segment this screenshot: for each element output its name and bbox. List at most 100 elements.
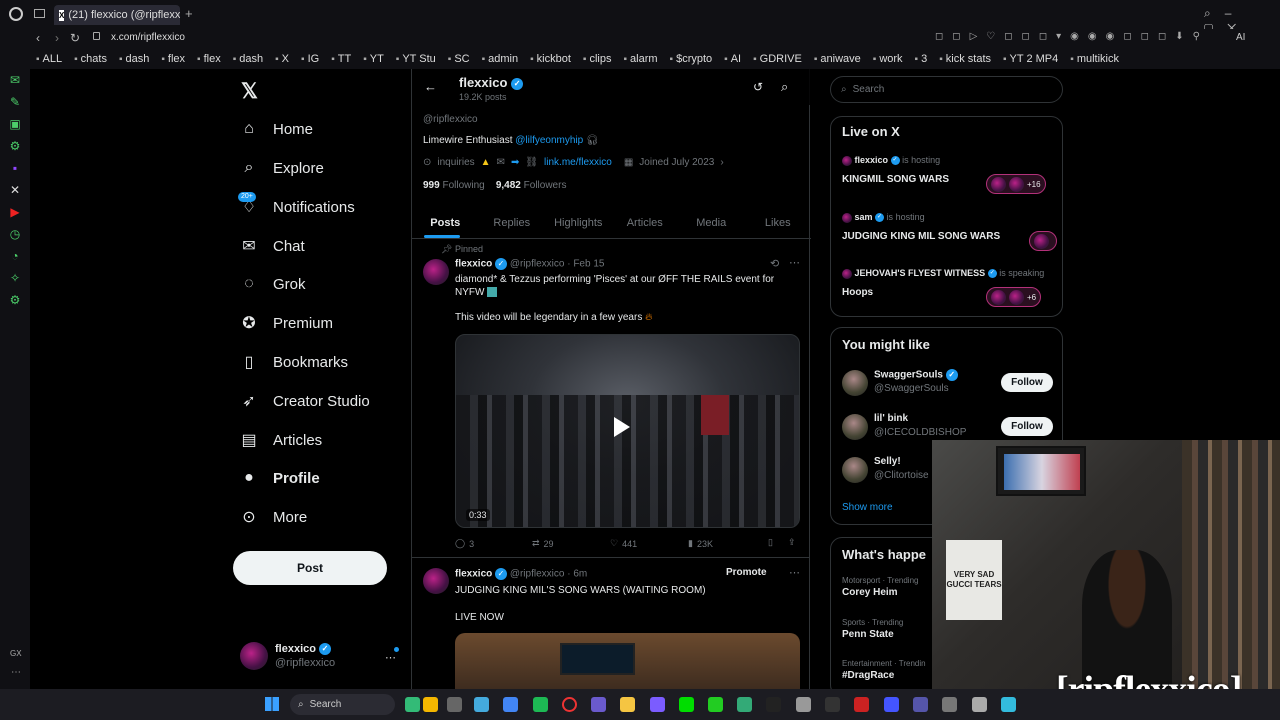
bookmark-item[interactable]: ▪ aniwave [808,53,867,65]
bookmark-item[interactable]: ▪ dash [227,53,269,65]
bookmark-item[interactable]: ▪ kickbot [524,53,577,65]
back-arrow-icon[interactable]: ← [424,79,437,94]
new-tab-icon[interactable]: + [185,6,193,21]
app-icon[interactable] [913,697,928,712]
post-avatar[interactable] [423,259,449,285]
live-item[interactable]: JEHOVAH'S FLYEST WITNESS ✓ is speaking H… [831,268,1062,318]
post-author-name[interactable]: flexxico [455,259,492,270]
url-input[interactable]: x.com/ripflexxico [111,32,185,43]
bookmark-item[interactable]: ▪ GDRIVE [747,53,808,65]
chevron-right-icon[interactable]: › [720,157,723,168]
forward-icon[interactable]: › [55,31,59,45]
nav-item-notifications[interactable]: ♢ Notifications [240,198,355,217]
bookmark-item[interactable]: ▪ kick stats [933,53,997,65]
like-action[interactable]: ♡ 441 [610,538,637,549]
bookmark-post-icon[interactable]: ▯ [768,537,773,548]
opera-gx-taskbar-icon[interactable] [562,697,577,712]
share-icon[interactable]: ⇪ [788,537,796,548]
nav-item-explore[interactable]: ⌕ Explore [240,159,324,177]
video-player[interactable]: 0:33 [455,334,800,528]
extension-icons[interactable]: ◻◻▷♡◻◻◻▾◉◉◉◻◻◻⬇⚲ [935,31,1209,42]
app-icon[interactable] [942,697,957,712]
post-avatar[interactable] [423,568,449,594]
reply-action[interactable]: ◯ 3 [455,538,474,549]
follow-button[interactable]: Follow [1001,417,1053,436]
reload-icon[interactable]: ↻ [70,31,80,45]
app-icon[interactable] [884,697,899,712]
opera-gx-icon[interactable] [9,7,23,21]
bookmark-item[interactable]: ▪ 3 [909,53,934,65]
gx-edit-icon[interactable]: ✎ [0,91,30,113]
profile-link[interactable]: link.me/flexxico [544,157,612,168]
nav-item-chat[interactable]: ✉ Chat [240,237,304,256]
repost-action[interactable]: ⇄ 29 [532,538,554,549]
grok-profile-icon[interactable]: ↺ [753,80,763,94]
profile-search-icon[interactable]: ⌕ [781,79,788,95]
account-avatar[interactable] [240,642,268,670]
history-icon[interactable]: ◷ [0,223,30,245]
windows-start-icon[interactable] [265,697,279,711]
bookmark-item[interactable]: ▪ SC [442,53,476,65]
bookmark-item[interactable]: ▪ IG [295,53,325,65]
followers-count[interactable]: 9,482 [496,180,521,191]
pinned-post[interactable]: 📌︎ Pinned flexxico ✓ @ripflexxico · Feb … [412,241,811,555]
bookmark-item[interactable]: ▪ YT [357,53,390,65]
suggestion-avatar[interactable] [842,414,868,440]
nav-item-articles[interactable]: ▤ Articles [240,431,322,450]
post-time[interactable]: Feb 15 [573,259,604,270]
app-icon[interactable] [972,697,987,712]
post-button[interactable]: Post [233,551,387,585]
folder-icon[interactable] [423,697,438,712]
browser-tab[interactable]: X(21) flexxico (@ripflexxico [54,5,180,25]
recent-post[interactable]: flexxico ✓ @ripflexxico · 6m Promote ⋯ J… [412,562,811,693]
clock-icon[interactable]: ◔ [0,245,30,267]
promote-button[interactable]: Promote [726,567,767,578]
taskbar-search[interactable]: ⌕ Search [290,694,395,715]
views-action[interactable]: ▮ 23K [688,538,713,549]
grok-explain-icon[interactable]: ⟲ [770,257,779,270]
play-button-icon[interactable] [614,417,630,437]
extensions-icon[interactable]: ✧ [0,267,30,289]
post-time[interactable]: 6m [573,569,587,580]
gx-messenger-icon[interactable]: ▣ [0,113,30,135]
nav-item-creator-studio[interactable]: ➶ Creator Studio [240,392,369,411]
app-icon[interactable] [650,697,665,712]
trend-item[interactable]: Sports · Trending Penn State [842,618,942,640]
app-icon[interactable] [737,697,752,712]
bookmark-item[interactable]: ▪ admin [476,53,525,65]
tab-manager-icon[interactable] [34,9,45,18]
bookmark-item[interactable]: ▪ multikick [1064,53,1125,65]
capcut-icon[interactable] [766,697,781,712]
bookmark-item[interactable]: ▪ chats [68,53,113,65]
gx-flow-icon[interactable]: ✉ [0,69,30,91]
nav-item-more[interactable]: ⊙ More [240,508,307,527]
bookmark-item[interactable]: ▪ alarm [617,53,663,65]
tab-likes[interactable]: Likes [745,207,812,238]
post-media[interactable] [455,633,800,693]
trend-item[interactable]: Motorsport · Trending Corey Heim [842,576,942,598]
live-item[interactable]: sam ✓ is hosting JUDGING KING MIL SONG W… [831,212,1062,262]
x-logo-icon[interactable]: 𝕏 [241,79,258,104]
app-icon[interactable] [825,697,840,712]
tab-media[interactable]: Media [678,207,745,238]
app-icon[interactable] [708,697,723,712]
file-icon[interactable] [447,697,462,712]
bookmark-item[interactable]: ▪ YT 2 MP4 [997,53,1064,65]
tab-posts[interactable]: Posts [412,207,479,238]
settings-app-icon[interactable] [474,697,489,712]
bookmark-item[interactable]: ▪ flex [155,53,191,65]
post-more-icon[interactable]: ⋯ [789,566,800,579]
bookmark-item[interactable]: ▪ dash [113,53,155,65]
app-icon[interactable] [854,697,869,712]
post-author-name[interactable]: flexxico [455,569,492,580]
bookmark-item[interactable]: ▪ $crypto [664,53,719,65]
bookmark-item[interactable]: ▪ AI [718,53,747,65]
tab-articles[interactable]: Articles [612,207,679,238]
following-count[interactable]: 999 [423,180,440,191]
app-icon[interactable] [1001,697,1016,712]
bookmark-item[interactable]: ▪ TT [325,53,357,65]
more-dots-icon[interactable]: ⋯ [11,667,21,678]
back-icon[interactable]: ‹ [36,31,40,45]
suggestion-avatar[interactable] [842,370,868,396]
ai-icon[interactable]: AI [1236,32,1245,43]
